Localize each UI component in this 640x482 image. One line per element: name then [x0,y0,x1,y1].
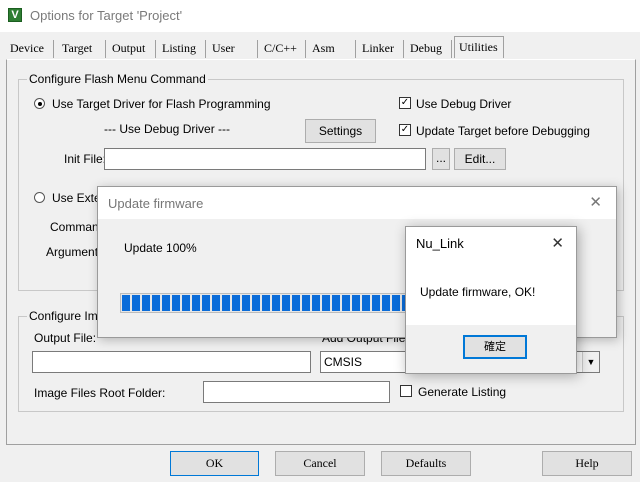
output-file-input[interactable] [32,351,311,373]
update-before-debug-label: Update Target before Debugging [416,124,590,138]
ok-button[interactable]: 確定 [463,335,527,359]
tab-linker[interactable]: Linker [358,40,404,58]
arguments-label: Arguments [46,245,105,259]
use-target-driver-label: Use Target Driver for Flash Programming [52,97,271,111]
root-folder-label: Image Files Root Folder: [34,386,166,400]
tab-target[interactable]: Target [58,40,106,58]
tab-listing[interactable]: Listing [158,40,206,58]
tab-utilities[interactable]: Utilities [454,36,504,58]
ok-button[interactable]: OK [170,451,259,476]
init-file-label: Init File: [64,152,107,166]
defaults-button[interactable]: Defaults [381,451,471,476]
add-output-value: CMSIS [324,355,363,369]
update-firmware-title: Update firmware [108,196,204,211]
chevron-down-icon[interactable]: ▼ [582,352,599,372]
window-title: Options for Target 'Project' [30,8,183,23]
debug-driver-text: --- Use Debug Driver --- [104,122,231,136]
output-file-label: Output File: [34,331,97,345]
help-button[interactable]: Help [542,451,632,476]
cancel-button[interactable]: Cancel [275,451,365,476]
use-debug-driver-label: Use Debug Driver [416,97,512,111]
generate-listing-checkbox[interactable] [400,385,412,397]
tab-output[interactable]: Output [108,40,156,58]
update-before-debug-checkbox[interactable]: ✓ [399,124,411,136]
tab-c-cpp[interactable]: C/C++ [260,40,306,58]
tab-user[interactable]: User [208,40,258,58]
generate-listing-label: Generate Listing [418,385,507,399]
firmware-progress-bar [120,293,420,313]
close-icon[interactable]: ✕ [589,193,602,211]
tab-device[interactable]: Device [6,40,54,58]
use-external-tool-radio[interactable] [34,192,45,203]
update-progress-text: Update 100% [124,241,197,255]
nu-link-message: Update firmware, OK! [420,285,536,299]
nu-link-message-box: Nu_Link ✕ Update firmware, OK! 確定 [405,226,577,374]
tab-debug[interactable]: Debug [406,40,452,58]
root-folder-input[interactable] [203,381,390,403]
init-file-browse-button[interactable]: ... [432,148,450,170]
close-icon[interactable]: ✕ [551,234,564,252]
nu-link-title: Nu_Link [416,236,464,251]
keil-uvision-icon: V [8,8,22,22]
progress-fill [122,295,418,311]
window-titlebar: V Options for Target 'Project' [0,0,640,32]
tab-asm[interactable]: Asm [308,40,356,58]
init-file-input[interactable] [104,148,426,170]
use-target-driver-radio[interactable] [34,98,45,109]
settings-button[interactable]: Settings [305,119,376,143]
flash-menu-legend: Configure Flash Menu Command [27,72,208,86]
use-debug-driver-checkbox[interactable]: ✓ [399,97,411,109]
nu-link-footer: 確定 [406,325,576,373]
init-file-edit-button[interactable]: Edit... [454,148,506,170]
